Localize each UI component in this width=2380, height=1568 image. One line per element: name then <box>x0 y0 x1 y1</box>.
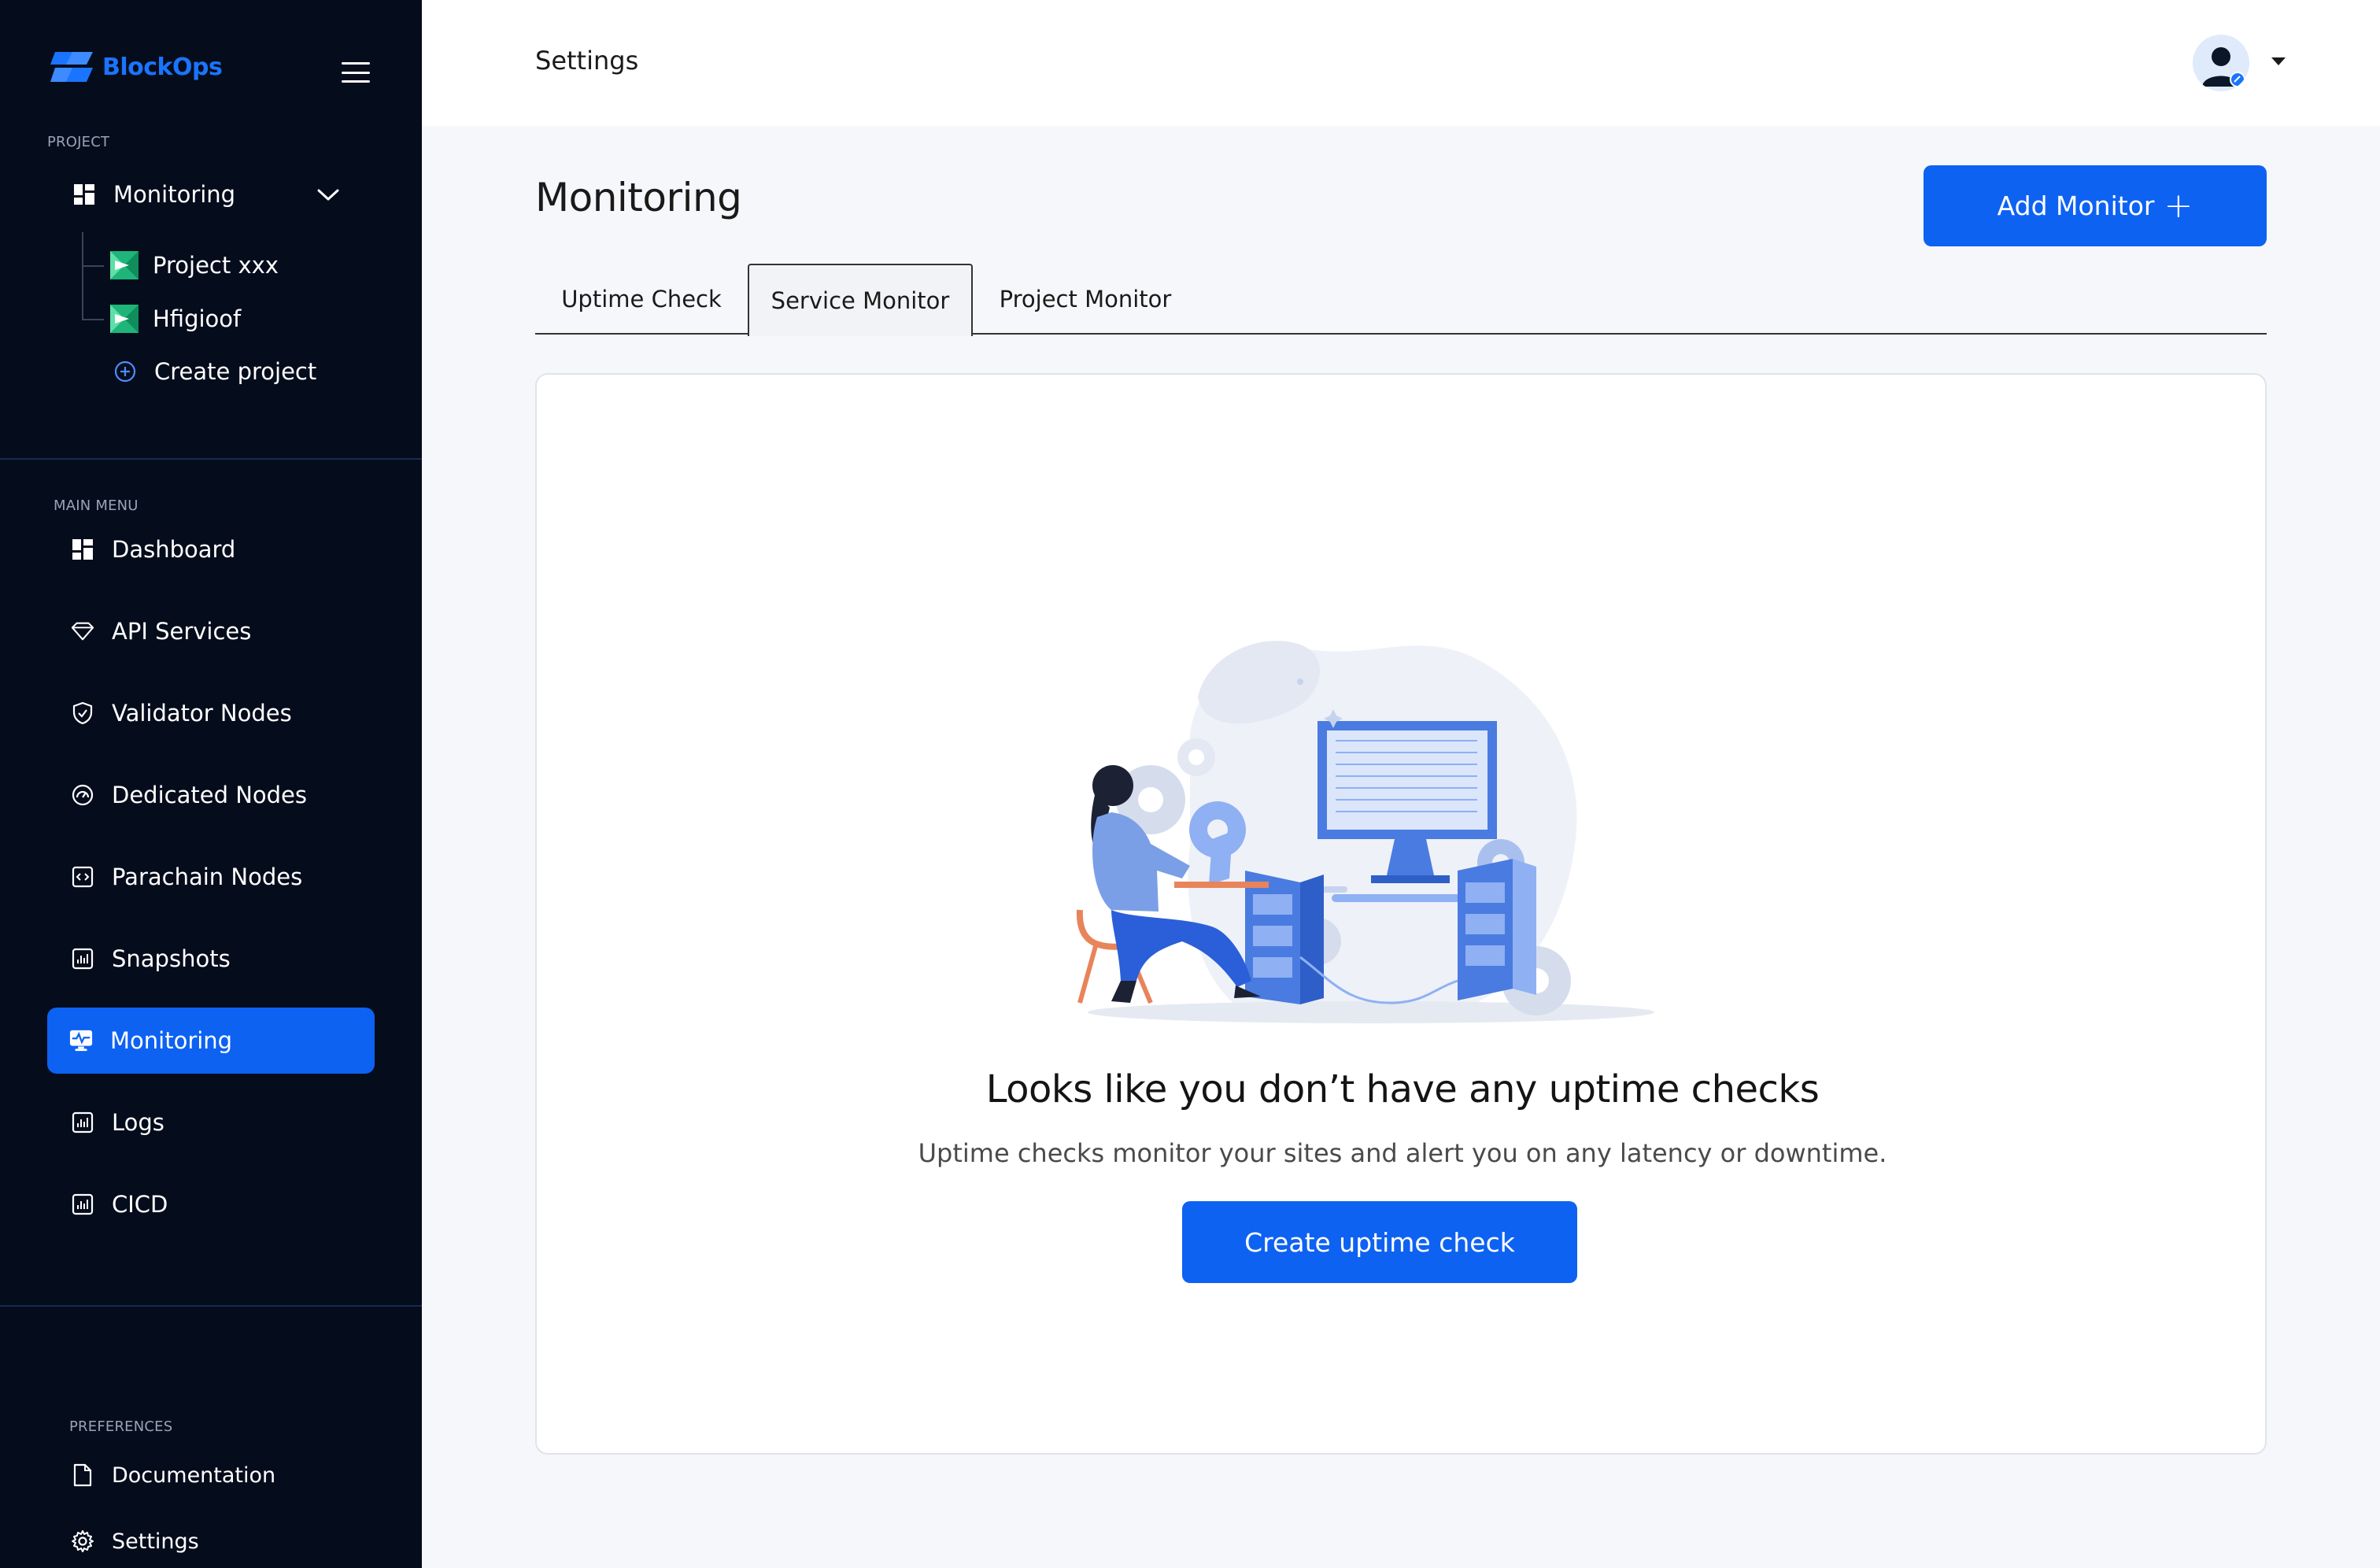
gauge-icon <box>71 783 94 807</box>
project-section-label: PROJECT <box>47 134 110 150</box>
sidebar-item-label: CICD <box>112 1191 168 1218</box>
grid-icon <box>71 538 94 561</box>
empty-state-card: Looks like you don’t have any uptime che… <box>535 373 2267 1455</box>
person-at-computer-servers-illustration <box>1076 641 1654 1023</box>
sidebar-item-validator-nodes[interactable]: Validator Nodes <box>47 680 375 746</box>
tab-uptime-check[interactable]: Uptime Check <box>535 264 748 335</box>
project-flag-icon <box>110 251 139 279</box>
sidebar-item-label: Monitoring <box>110 1027 233 1054</box>
project-label: Project xxx <box>153 252 279 279</box>
project-flag-icon <box>110 305 139 333</box>
user-avatar-icon[interactable] <box>2193 35 2249 91</box>
tree-connector <box>82 319 104 320</box>
sidebar-item-cicd[interactable]: CICD <box>47 1171 375 1237</box>
create-uptime-check-button[interactable]: Create uptime check <box>1182 1201 1577 1283</box>
shield-icon <box>71 701 94 725</box>
sidebar-item-label: Logs <box>112 1109 164 1136</box>
caret-down-icon[interactable] <box>2271 57 2286 65</box>
sidebar-item-dashboard[interactable]: Dashboard <box>47 516 375 582</box>
chart-box-icon <box>71 1193 94 1216</box>
sidebar-divider <box>0 458 422 460</box>
tab-label: Project Monitor <box>999 286 1172 312</box>
sidebar-item-parachain-nodes[interactable]: Parachain Nodes <box>47 844 375 910</box>
main-menu-label: MAIN MENU <box>54 497 139 514</box>
project-label: Hfigioof <box>153 305 242 332</box>
sidebar-item-snapshots[interactable]: Snapshots <box>47 926 375 992</box>
chevron-down-icon[interactable] <box>316 187 340 203</box>
sidebar-item-logs[interactable]: Logs <box>47 1089 375 1156</box>
project-item-hfigioof[interactable]: Hfigioof <box>110 305 241 333</box>
sidebar-item-monitoring[interactable]: Monitoring <box>47 1008 375 1074</box>
tab-label: Uptime Check <box>561 286 722 312</box>
add-monitor-label: Add Monitor <box>1997 190 2155 221</box>
empty-state-subtitle: Uptime checks monitor your sites and ale… <box>918 1138 1887 1168</box>
create-project-label: Create project <box>154 358 317 385</box>
monitor-tabs: Uptime Check Service Monitor Project Mon… <box>535 264 2267 336</box>
sidebar-item-label: Validator Nodes <box>112 700 292 727</box>
tab-project-monitor[interactable]: Project Monitor <box>973 264 1198 335</box>
create-project-link[interactable]: Create project <box>113 358 316 385</box>
sidebar-item-label: Settings <box>112 1529 199 1554</box>
empty-state-title: Looks like you don’t have any uptime che… <box>985 1067 1820 1111</box>
page-header-title: Settings <box>535 46 639 76</box>
project-dropdown-label: Monitoring <box>113 181 236 208</box>
create-uptime-check-label: Create uptime check <box>1244 1226 1515 1258</box>
top-bar: Settings <box>422 0 2380 126</box>
tree-connector <box>82 265 104 267</box>
project-item-project-xxx[interactable]: Project xxx <box>110 251 279 279</box>
hamburger-menu-icon[interactable] <box>342 62 370 83</box>
sidebar-item-api-services[interactable]: API Services <box>47 598 375 664</box>
sidebar-item-settings[interactable]: Settings <box>47 1508 375 1568</box>
blockops-logo-icon <box>50 52 93 82</box>
document-icon <box>71 1463 94 1487</box>
sidebar-item-dedicated-nodes[interactable]: Dedicated Nodes <box>47 762 375 828</box>
plus-icon: + <box>2164 185 2193 226</box>
sidebar-item-label: Parachain Nodes <box>112 864 303 890</box>
brand-name: BlockOps <box>102 53 223 81</box>
sidebar-item-label: Snapshots <box>112 945 231 972</box>
code-box-icon <box>71 865 94 889</box>
sidebar-divider <box>0 1305 422 1307</box>
brand[interactable]: BlockOps <box>49 47 223 87</box>
sidebar: BlockOps PROJECT Monitoring Project xxx … <box>0 0 422 1568</box>
grid-icon <box>72 183 96 206</box>
tab-service-monitor[interactable]: Service Monitor <box>748 264 973 336</box>
chart-box-icon <box>71 1111 94 1134</box>
sidebar-item-label: Dashboard <box>112 536 236 563</box>
monitor-pulse-icon <box>69 1029 93 1052</box>
project-dropdown[interactable]: Monitoring <box>72 181 235 208</box>
add-monitor-button[interactable]: Add Monitor + <box>1924 165 2267 246</box>
gear-icon <box>71 1529 94 1553</box>
tab-label: Service Monitor <box>771 287 950 314</box>
plus-circle-icon <box>114 361 136 383</box>
page-title: Monitoring <box>535 175 742 220</box>
sidebar-item-label: Dedicated Nodes <box>112 782 307 808</box>
preferences-label: PREFERENCES <box>69 1418 173 1435</box>
tree-connector <box>82 232 83 320</box>
sidebar-item-label: Documentation <box>112 1463 276 1488</box>
sidebar-item-documentation[interactable]: Documentation <box>47 1442 375 1508</box>
sidebar-item-label: API Services <box>112 618 252 645</box>
chart-box-icon <box>71 947 94 971</box>
diamond-icon <box>71 619 94 643</box>
